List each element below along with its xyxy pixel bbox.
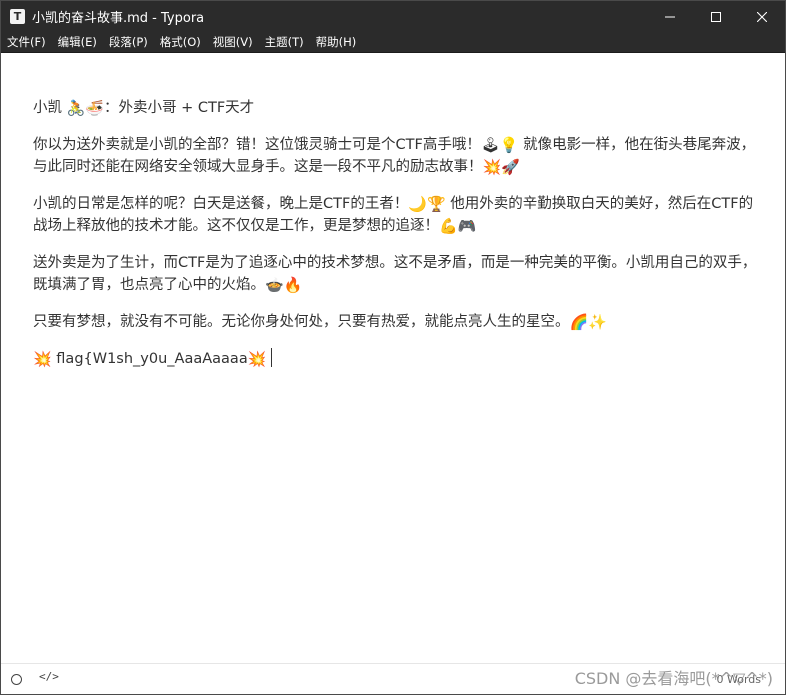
menu-file[interactable]: 文件(F) [1, 32, 52, 52]
flag-text: flag{W1sh_y0u_AaaAaaaa [51, 351, 248, 367]
paragraph-3[interactable]: 小凯的日常是怎样的呢？白天是送餐，晚上是CTF的王者！🌙🏆 他用外卖的辛勤换取白… [33, 193, 758, 237]
text-span: 你以为送外卖就是小凯的全部？错！这位饿灵骑士可是个CTF高手哦！ [33, 137, 481, 153]
paragraph-2[interactable]: 你以为送外卖就是小凯的全部？错！这位饿灵骑士可是个CTF高手哦！🕹💡 就像电影一… [33, 134, 758, 178]
light-bulb-emoji-icon: 💡 [499, 136, 519, 154]
text-span: 送外卖是为了生计，而CTF是为了追逐心中的技术梦想。这不是矛盾，而是一种完美的平… [33, 255, 757, 293]
editor-area[interactable]: 小凯 🚴🍜：外卖小哥 + CTF天才 你以为送外卖就是小凯的全部？错！这位饿灵骑… [1, 53, 785, 664]
paragraph-1[interactable]: 小凯 🚴🍜：外卖小哥 + CTF天才 [33, 97, 758, 119]
noodle-bowl-emoji-icon: 🍜 [85, 99, 104, 117]
maximize-icon [711, 11, 721, 22]
menu-paragraph[interactable]: 段落(P) [103, 32, 154, 52]
flexed-biceps-emoji-icon: 💪 [439, 217, 458, 235]
close-button[interactable] [739, 1, 785, 32]
menu-view[interactable]: 视图(V) [207, 32, 259, 52]
text-cursor [271, 348, 273, 367]
joystick-emoji-icon: 🕹 [480, 136, 500, 154]
text-span: 小凯 [33, 100, 67, 116]
paragraph-5[interactable]: 只要有梦想，就没有不可能。无论你身处何处，只要有热爱，就能点亮人生的星空。🌈✨ [33, 311, 758, 333]
minimize-button[interactable] [647, 1, 693, 32]
paragraph-6-flag[interactable]: 💥 flag{W1sh_y0u_AaaAaaaa💥 [33, 348, 758, 370]
document-content[interactable]: 小凯 🚴🍜：外卖小哥 + CTF天才 你以为送外卖就是小凯的全部？错！这位饿灵骑… [33, 97, 758, 385]
menu-edit[interactable]: 编辑(E) [52, 32, 103, 52]
trophy-emoji-icon: 🏆 [427, 195, 446, 213]
food-bowl-emoji-icon: 🍲 [265, 276, 284, 294]
menu-theme[interactable]: 主题(T) [259, 32, 310, 52]
text-span: 只要有梦想，就没有不可能。无论你身处何处，只要有热爱，就能点亮人生的星空。 [33, 314, 570, 330]
code-icon[interactable]: </> [39, 670, 59, 683]
crescent-moon-emoji-icon: 🌙 [408, 195, 428, 213]
menu-format[interactable]: 格式(O) [154, 32, 207, 52]
game-controller-emoji-icon: 🎮 [457, 217, 477, 235]
title-bar: T 小凯的奋斗故事.md - Typora [1, 1, 785, 32]
window-title: 小凯的奋斗故事.md - Typora [32, 11, 205, 26]
maximize-button[interactable] [693, 1, 739, 32]
text-span: 小凯的日常是怎样的呢？白天是送餐，晚上是CTF的王者！ [33, 196, 409, 212]
paragraph-4[interactable]: 送外卖是为了生计，而CTF是为了追逐心中的技术梦想。这不是矛盾，而是一种完美的平… [33, 252, 758, 296]
collision-emoji-icon: 💥 [247, 350, 267, 368]
rocket-emoji-icon: 🚀 [501, 158, 520, 176]
window-controls [647, 1, 785, 32]
rainbow-emoji-icon: 🌈 [569, 313, 589, 331]
menu-bar: 文件(F) 编辑(E) 段落(P) 格式(O) 视图(V) 主题(T) 帮助(H… [1, 32, 785, 53]
typora-window: T 小凯的奋斗故事.md - Typora 文件(F) 编辑(E) 段落(P) … [0, 0, 786, 695]
sparkles-emoji-icon: ✨ [588, 313, 607, 331]
typora-app-icon: T [10, 9, 25, 24]
csdn-watermark: CSDN @去看海吧(*^▽^*) [574, 669, 773, 688]
text-span: ：外卖小哥 + CTF天才 [103, 100, 255, 116]
collision-emoji-icon: 💥 [482, 158, 502, 176]
collision-emoji-icon: 💥 [33, 350, 52, 368]
minimize-icon [665, 16, 675, 17]
close-icon [757, 11, 767, 22]
status-bar: </> 0 Words CSDN @去看海吧(*^▽^*) [1, 663, 785, 694]
circle-icon[interactable] [11, 674, 22, 685]
menu-help[interactable]: 帮助(H) [310, 32, 363, 52]
cyclist-emoji-icon: 🚴 [66, 99, 86, 117]
fire-emoji-icon: 🔥 [283, 276, 303, 294]
